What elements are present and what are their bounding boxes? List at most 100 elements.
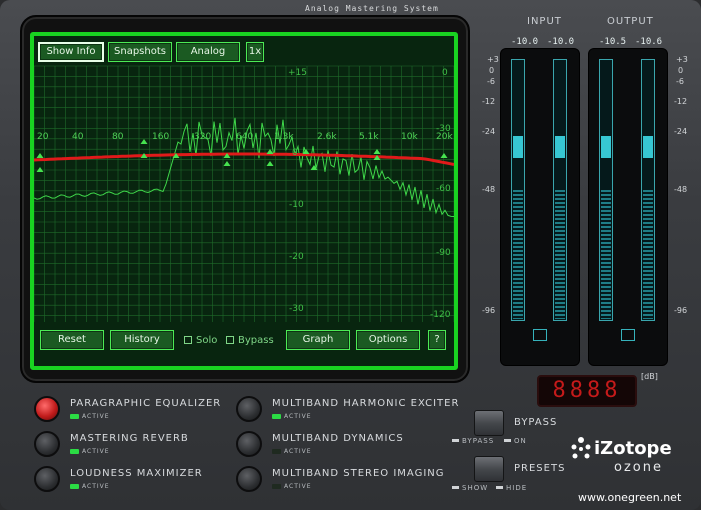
module-active-led bbox=[70, 414, 79, 419]
input-bar-right bbox=[553, 59, 567, 321]
presets-option-a: SHOW bbox=[452, 484, 488, 492]
analog-button[interactable]: Analog bbox=[176, 42, 240, 62]
module-active-led bbox=[70, 449, 79, 454]
help-button[interactable]: ? bbox=[428, 330, 446, 350]
module-name: PARAGRAPHIC EQUALIZER bbox=[70, 398, 222, 409]
output-bar-left bbox=[599, 59, 613, 321]
output-bar-right-hot bbox=[643, 136, 653, 158]
input-bar-right-fill bbox=[555, 190, 565, 319]
bypass-button[interactable] bbox=[474, 410, 504, 436]
input-link-icon[interactable] bbox=[533, 329, 547, 341]
watermark: www.onegreen.net bbox=[578, 491, 682, 504]
logo-product: ozone bbox=[614, 460, 663, 475]
module-power-button[interactable] bbox=[34, 431, 60, 457]
bypass-checkbox[interactable]: Bypass bbox=[226, 334, 274, 348]
left-scale-label: -20 bbox=[289, 252, 304, 262]
bypass-option-b-text: ON bbox=[514, 437, 527, 445]
left-scale-label: -30 bbox=[289, 304, 304, 314]
meter-scale-label: -96 bbox=[674, 306, 688, 315]
presets-button[interactable] bbox=[474, 456, 504, 482]
zoom-button[interactable]: 1x bbox=[246, 42, 264, 62]
eq-graph[interactable] bbox=[34, 36, 454, 366]
module-active-led bbox=[272, 449, 281, 454]
freq-label: 640 bbox=[236, 132, 254, 142]
bypass-option-a: BYPASS bbox=[452, 437, 494, 445]
bypass-option-a-text: BYPASS bbox=[462, 437, 495, 445]
options-button[interactable]: Options bbox=[356, 330, 420, 350]
output-bar-right-fill bbox=[643, 190, 653, 319]
module-name: MASTERING REVERB bbox=[70, 433, 189, 444]
output-meter-title: OUTPUT bbox=[607, 16, 654, 27]
meter-scale-label: -12 bbox=[482, 97, 496, 106]
freq-label: 320 bbox=[194, 132, 212, 142]
left-scale-label: -10 bbox=[289, 200, 304, 210]
reset-button[interactable]: Reset bbox=[40, 330, 104, 350]
freq-label: 80 bbox=[112, 132, 124, 142]
module-power-button[interactable] bbox=[236, 396, 262, 422]
meter-scale-label: -12 bbox=[674, 97, 688, 106]
freq-label: 160 bbox=[152, 132, 170, 142]
graph-button[interactable]: Graph bbox=[286, 330, 350, 350]
output-peak-right[interactable]: -10.6 bbox=[635, 37, 662, 47]
module-power-button[interactable] bbox=[34, 396, 60, 422]
meter-scale-label: +3 bbox=[676, 55, 688, 64]
led-display: 8888 bbox=[537, 375, 637, 407]
solo-checkbox[interactable]: Solo bbox=[184, 334, 217, 348]
module-power-button[interactable] bbox=[236, 431, 262, 457]
output-bar-left-fill bbox=[601, 190, 611, 319]
output-bar-left-hot bbox=[601, 136, 611, 158]
input-meter-panel: INPUT -10.0 -10.0 bbox=[500, 16, 580, 366]
output-peak-left[interactable]: -10.5 bbox=[599, 37, 626, 47]
right-scale-label: -60 bbox=[436, 184, 451, 194]
input-peak-right[interactable]: -10.0 bbox=[547, 37, 574, 47]
meter-scale-label: -24 bbox=[482, 127, 496, 136]
show-info-button[interactable]: Show Info bbox=[38, 42, 104, 62]
dash-icon bbox=[504, 439, 511, 442]
input-meter-title: INPUT bbox=[527, 16, 562, 27]
meter-scale-label: -48 bbox=[482, 185, 496, 194]
bypass-checkbox-box[interactable] bbox=[226, 336, 234, 344]
presets-option-b: HIDE bbox=[496, 484, 527, 492]
dash-icon bbox=[452, 486, 459, 489]
module-status: ACTIVE bbox=[82, 448, 110, 455]
solo-checkbox-box[interactable] bbox=[184, 336, 192, 344]
snapshots-button[interactable]: Snapshots bbox=[108, 42, 172, 62]
presets-option-b-text: HIDE bbox=[506, 484, 528, 492]
input-peak-left[interactable]: -10.0 bbox=[511, 37, 538, 47]
module-active-led bbox=[70, 484, 79, 489]
freq-label: 2.6k bbox=[317, 132, 337, 142]
module-status: ACTIVE bbox=[82, 483, 110, 490]
module-power-button[interactable] bbox=[34, 466, 60, 492]
meter-scale-label: +3 bbox=[487, 55, 499, 64]
module-status: ACTIVE bbox=[284, 483, 312, 490]
input-bar-left bbox=[511, 59, 525, 321]
spectrum-display[interactable]: Show Info Snapshots Analog 1x +15 0 -10 … bbox=[30, 32, 458, 370]
tagline: Analog Mastering System bbox=[305, 4, 439, 13]
meter-scale-label: -48 bbox=[674, 185, 688, 194]
bypass-option-b: ON bbox=[504, 437, 527, 445]
output-link-icon[interactable] bbox=[621, 329, 635, 341]
right-scale-label: 0 bbox=[442, 68, 448, 78]
history-button[interactable]: History bbox=[110, 330, 174, 350]
meter-scale-label: 0 bbox=[678, 66, 684, 75]
presets-label: PRESETS bbox=[514, 463, 566, 474]
freq-label: 40 bbox=[72, 132, 84, 142]
bypass-label: BYPASS bbox=[514, 417, 558, 428]
meter-scale-label: -6 bbox=[676, 77, 684, 86]
meter-scale-label: -96 bbox=[482, 306, 496, 315]
module-status: ACTIVE bbox=[284, 448, 312, 455]
dash-icon bbox=[496, 486, 503, 489]
freq-label: 20k bbox=[436, 132, 453, 142]
module-status: ACTIVE bbox=[284, 413, 312, 420]
input-bar-right-hot bbox=[555, 136, 565, 158]
module-power-button[interactable] bbox=[236, 466, 262, 492]
left-scale-label: +15 bbox=[288, 68, 307, 78]
freq-label: 1.3k bbox=[274, 132, 294, 142]
module-active-led bbox=[272, 484, 281, 489]
bypass-checkbox-label: Bypass bbox=[238, 335, 274, 346]
freq-label: 5.1k bbox=[359, 132, 379, 142]
module-name: MULTIBAND HARMONIC EXCITER bbox=[272, 398, 460, 409]
logo-name: iZotope bbox=[594, 438, 672, 459]
solo-label: Solo bbox=[196, 335, 218, 346]
module-active-led bbox=[272, 414, 281, 419]
